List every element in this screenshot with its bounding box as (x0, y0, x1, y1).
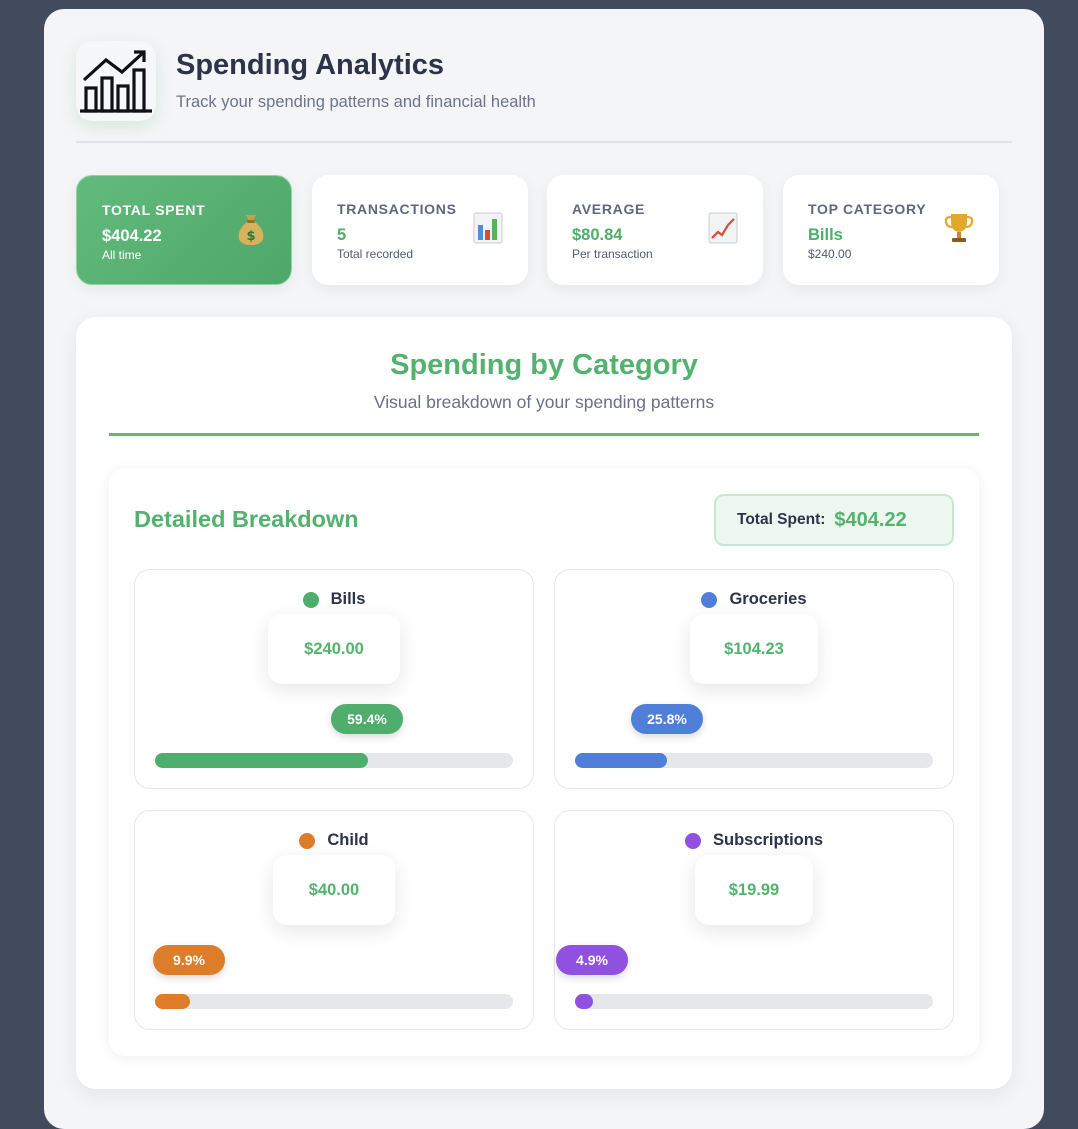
progress-track (575, 753, 933, 768)
stat-card-total-spent: TOTAL SPENT $404.22 All time $ (76, 175, 292, 285)
category-header: Groceries (555, 590, 953, 609)
category-header: Child (135, 831, 533, 850)
stat-caption: $240.00 (808, 247, 852, 261)
category-panel: Spending by Category Visual breakdown of… (76, 317, 1012, 1089)
category-name: Subscriptions (712, 831, 823, 849)
category-color-dot (302, 591, 319, 608)
category-amount: $104.23 (690, 614, 818, 684)
category-name: Child (327, 831, 369, 849)
svg-text:$: $ (246, 229, 255, 244)
trending-up-icon (708, 212, 738, 244)
total-spent-badge: Total Spent: $404.22 (714, 494, 954, 546)
percent-badge: 4.9% (556, 945, 628, 975)
analytics-page: Spending Analytics Track your spending p… (44, 9, 1044, 1129)
category-amount: $19.99 (695, 855, 813, 925)
category-color-dot (684, 832, 701, 849)
bar-chart-icon (473, 212, 503, 244)
progress-fill (155, 994, 191, 1009)
category-color-dot (701, 591, 718, 608)
logo (76, 41, 156, 121)
stats-row: TOTAL SPENT $404.22 All time $ TRANSACTI… (76, 175, 1016, 285)
progress-fill (155, 753, 368, 768)
category-card-bills[interactable]: Bills $240.00 59.4% (134, 569, 534, 789)
trophy-icon (944, 214, 974, 242)
category-card-subscriptions[interactable]: Subscriptions $19.99 4.9% (554, 810, 954, 1030)
stat-caption: All time (102, 248, 142, 262)
total-spent-value: $404.22 (834, 508, 907, 531)
stat-caption: Per transaction (572, 247, 653, 261)
progress-track (575, 994, 933, 1009)
category-amount: $40.00 (273, 855, 395, 925)
category-name: Bills (330, 590, 366, 608)
stat-caption: Total recorded (337, 247, 414, 261)
detailed-breakdown: Detailed Breakdown Total Spent: $404.22 … (109, 468, 979, 1056)
panel-divider (109, 433, 979, 436)
category-amount: $240.00 (268, 614, 400, 684)
progress-track (155, 994, 513, 1009)
breakdown-title: Detailed Breakdown (134, 506, 359, 532)
percent-badge: 59.4% (331, 704, 403, 734)
category-header: Bills (135, 590, 533, 609)
stat-card-transactions: TRANSACTIONS 5 Total recorded (312, 175, 528, 285)
category-card-child[interactable]: Child $40.00 9.9% (134, 810, 534, 1030)
panel-subtitle: Visual breakdown of your spending patter… (373, 392, 715, 412)
total-spent-label: Total Spent: (737, 511, 826, 528)
line-chart-icon (80, 50, 152, 113)
progress-fill (575, 753, 668, 768)
category-header: Subscriptions (555, 831, 953, 850)
category-card-groceries[interactable]: Groceries $104.23 25.8% (554, 569, 954, 789)
page-title: Spending Analytics (176, 49, 445, 81)
page-subtitle: Track your spending patterns and financi… (176, 93, 536, 111)
stat-card-top-category: TOP CATEGORY Bills $240.00 (783, 175, 999, 285)
stat-card-average: AVERAGE $80.84 Per transaction (547, 175, 763, 285)
percent-badge: 25.8% (631, 704, 703, 734)
page-header: Spending Analytics Track your spending p… (76, 41, 1012, 143)
progress-fill (575, 994, 593, 1009)
percent-badge: 9.9% (153, 945, 225, 975)
progress-track (155, 753, 513, 768)
panel-title: Spending by Category (390, 349, 698, 381)
category-color-dot (299, 832, 316, 849)
money-bag-icon: $ (238, 215, 264, 245)
category-name: Groceries (729, 590, 807, 608)
